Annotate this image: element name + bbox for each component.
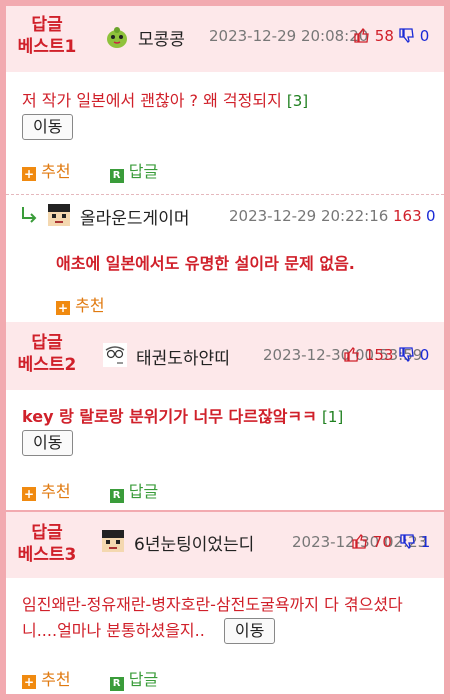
comment-actions: + 추천 R 답글 [22, 158, 158, 183]
recommend-button[interactable]: + 추천 [22, 482, 71, 501]
comment-body: 저 작가 일본에서 괜찮아 ? 왜 걱정되지 [3] 이동 [6, 72, 444, 140]
reply-count[interactable]: [1] [322, 408, 343, 426]
avatar[interactable] [102, 342, 128, 368]
best-tag-line2: 베스트3 [17, 545, 77, 565]
recommend-button[interactable]: + 추천 [22, 670, 71, 689]
upvote-count: 70 [372, 533, 392, 551]
move-button[interactable]: 이동 [223, 618, 276, 644]
comment-frame: 답글 베스트1 모콩콩 2023-12-29 20:08:20 58 0 저 작… [6, 6, 444, 694]
reply-arrow-icon [22, 207, 37, 223]
nickname[interactable]: 모콩콩 [138, 25, 185, 50]
avatar[interactable] [100, 528, 126, 554]
upvote-button[interactable]: 70 [352, 533, 392, 551]
divider [6, 194, 444, 195]
recommend-label: 추천 [41, 162, 71, 181]
upvote-button[interactable]: 153 [344, 346, 393, 364]
best-header: 답글 베스트3 6년눈팅이었는디 2023-12-30 02:23 70 1 [6, 512, 444, 578]
plus-icon: + [22, 167, 36, 181]
upvote-count[interactable]: 163 [393, 207, 422, 225]
reply-count[interactable]: [3] [287, 92, 308, 110]
reply-button[interactable]: R 답글 [109, 162, 159, 183]
comment-text: key 랑 랄로랑 분위기가 너무 다르잖앜ㅋㅋ [22, 407, 317, 426]
best-header: 답글 베스트1 모콩콩 2023-12-29 20:08:20 58 0 [6, 6, 444, 72]
downvote-count: 0 [419, 27, 430, 45]
downvote-count: 0 [419, 346, 430, 364]
thumbs-down-icon [400, 534, 415, 549]
reply-label: 답글 [128, 670, 159, 689]
reply-label: 답글 [128, 482, 159, 501]
best-comment-1: 답글 베스트1 모콩콩 2023-12-29 20:08:20 58 0 저 작… [6, 6, 444, 183]
best-tag-line1: 답글 [31, 15, 63, 35]
timestamp: 2023-12-29 20:08:20 [209, 27, 369, 45]
plus-icon: + [56, 301, 70, 315]
best-header: 답글 베스트2 태권도하얀띠 2023-12-30 00:53:59 153 0 [6, 322, 444, 390]
best-tag-line2: 베스트1 [17, 37, 77, 57]
move-button[interactable]: 이동 [22, 430, 74, 456]
plus-icon: + [22, 675, 36, 689]
thumbs-down-icon [399, 347, 414, 362]
downvote-count[interactable]: 0 [426, 207, 436, 225]
best-tag-line1: 답글 [31, 523, 63, 543]
comment-text: 임진왜란-정유재란-병자호란-삼전도굴욕까지 다 겪으셨다니....얼마나 분통… [22, 595, 403, 640]
best-comment-3: 답글 베스트3 6년눈팅이었는디 2023-12-30 02:23 70 1 임… [6, 512, 444, 691]
avatar[interactable] [104, 24, 130, 50]
reply-button[interactable]: R 답글 [109, 670, 159, 691]
thumbs-up-icon [352, 534, 367, 549]
downvote-count: 1 [420, 533, 431, 551]
thumbs-down-icon [399, 28, 414, 43]
best-comment-2: 답글 베스트2 태권도하얀띠 2023-12-30 00:53:59 153 0 [6, 322, 444, 503]
timestamp: 2023-12-29 20:22:16 [229, 207, 389, 225]
upvote-button[interactable]: 58 [354, 27, 394, 45]
avatar[interactable] [46, 202, 72, 228]
plus-icon: + [22, 487, 36, 501]
thumbs-up-icon [354, 28, 369, 43]
comment-actions: + 추천 R 답글 [22, 478, 158, 503]
thumbs-up-icon [344, 347, 359, 362]
comment-actions: + 추천 [56, 292, 139, 316]
nickname[interactable]: 올라운드게이머 [80, 204, 189, 229]
recommend-button[interactable]: + 추천 [56, 296, 105, 315]
best-tag-line2: 베스트2 [17, 355, 77, 375]
reply-comment: 올라운드게이머 2023-12-29 20:22:16 163 0 애초에 일본… [6, 196, 444, 322]
nickname[interactable]: 태권도하얀띠 [136, 344, 230, 369]
reply-label: 답글 [128, 162, 159, 181]
recommend-button[interactable]: + 추천 [22, 162, 71, 181]
move-button[interactable]: 이동 [22, 114, 74, 140]
downvote-button[interactable]: 0 [399, 27, 429, 45]
upvote-count: 58 [374, 27, 394, 45]
upvote-count: 153 [364, 346, 394, 364]
reply-r-icon: R [109, 489, 124, 503]
recommend-label: 추천 [75, 296, 105, 315]
best-tag-line1: 답글 [31, 333, 63, 353]
recommend-label: 추천 [41, 670, 71, 689]
reply-text: 애초에 일본에서도 유명한 설이라 문제 없음. [56, 254, 355, 273]
recommend-label: 추천 [41, 482, 71, 501]
comment-text: 저 작가 일본에서 괜찮아 ? 왜 걱정되지 [22, 91, 282, 110]
downvote-button[interactable]: 1 [400, 533, 430, 551]
best-label: 답글 베스트1 [6, 14, 88, 58]
best-label: 답글 베스트3 [6, 522, 88, 566]
best-label: 답글 베스트2 [6, 332, 88, 376]
comment-actions: + 추천 R 답글 [22, 666, 158, 691]
comment-body: key 랑 랄로랑 분위기가 너무 다르잖앜ㅋㅋ [1] 이동 [6, 390, 444, 456]
reply-r-icon: R [109, 169, 124, 183]
comment-body: 임진왜란-정유재란-병자호란-삼전도굴욕까지 다 겪으셨다니....얼마나 분통… [6, 578, 444, 644]
reply-r-icon: R [109, 677, 124, 691]
reply-button[interactable]: R 답글 [109, 482, 159, 503]
nickname[interactable]: 6년눈팅이었는디 [134, 530, 254, 555]
downvote-button[interactable]: 0 [399, 346, 429, 364]
